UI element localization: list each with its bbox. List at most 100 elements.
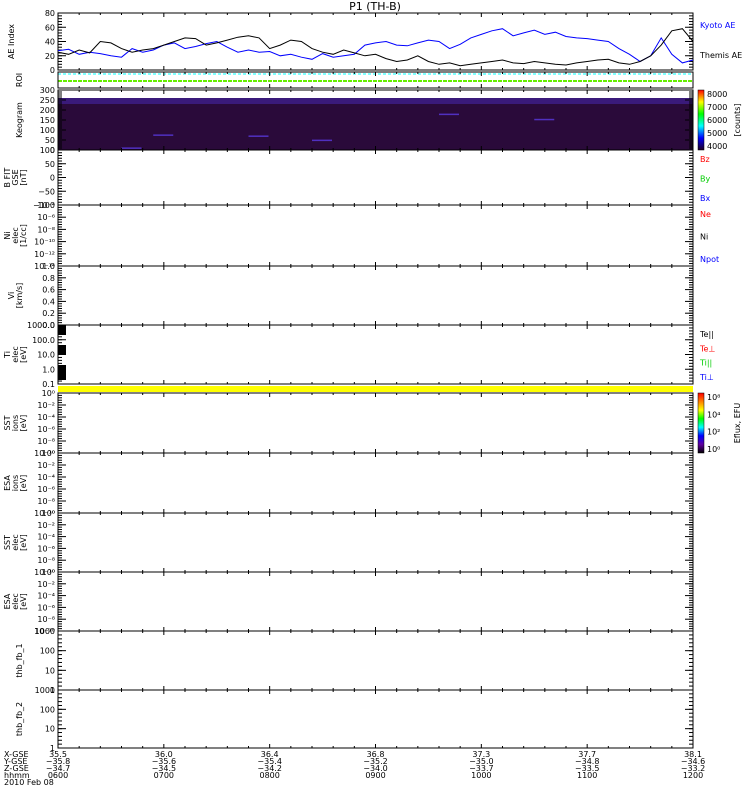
ti-tick-label: 1000.0 bbox=[27, 321, 55, 330]
esa-ion-tick-label: 10⁰ bbox=[42, 449, 55, 458]
ni-legend-0: Ne bbox=[700, 210, 711, 219]
keogram-streak bbox=[312, 139, 332, 142]
keogram-tick-label: 100 bbox=[40, 126, 55, 135]
xaxis-value: 0700 bbox=[154, 771, 174, 780]
fb2-tick-label: 100 bbox=[40, 705, 55, 714]
esa-elec-axis-label: [eV] bbox=[19, 593, 28, 610]
sst-ion-colorbar-tick: 10² bbox=[707, 428, 720, 437]
keogram-tick-label: 50 bbox=[45, 136, 55, 145]
ti-panel-frame bbox=[57, 324, 694, 385]
keogram-axis-label: Keogram bbox=[15, 102, 24, 138]
keogram-tick-label: 200 bbox=[40, 106, 55, 115]
sst-elec-tick-label: 10⁻² bbox=[37, 521, 55, 530]
sst-elec-panel-frame bbox=[57, 512, 694, 573]
vi-tick-label: 0.8 bbox=[42, 274, 55, 283]
ni-tick-label: 10⁻⁴ bbox=[37, 201, 55, 210]
ti-tick-label: 1.0 bbox=[42, 365, 55, 374]
ae-legend-0: Kyoto AE bbox=[700, 21, 735, 30]
sst-ion-axis-label: [eV] bbox=[19, 415, 28, 432]
ni-axis-label: [1/cc] bbox=[19, 224, 28, 247]
ni-tick-label: 10⁻¹² bbox=[34, 250, 55, 259]
plot-title: P1 (TH-B) bbox=[349, 0, 401, 13]
ni-legend-1: Ni bbox=[700, 233, 708, 242]
keogram-band bbox=[58, 98, 693, 104]
vi-tick-label: 1.0 bbox=[42, 262, 55, 271]
ni-panel-frame bbox=[57, 204, 694, 267]
sst-elec-axis-label: [eV] bbox=[19, 534, 28, 551]
ti-tick-label: 10.0 bbox=[37, 351, 55, 360]
keogram-streak bbox=[534, 118, 555, 121]
keogram-streak bbox=[439, 113, 459, 116]
sst-ion-tick-label: 10⁻⁸ bbox=[37, 437, 55, 446]
xaxis-value: 1000 bbox=[471, 771, 491, 780]
vi-tick-label: 0.6 bbox=[42, 286, 55, 295]
ae-series-themis-ae bbox=[57, 28, 694, 67]
sst-ion-panel-frame bbox=[57, 392, 694, 454]
xaxis-value: 1200 bbox=[683, 771, 703, 780]
sst-elec-tick-label: 10⁻⁴ bbox=[37, 533, 55, 542]
esa-ion-tick-label: 10⁻² bbox=[37, 461, 55, 470]
xaxis-value: 0600 bbox=[48, 771, 68, 780]
esa-elec-tick-label: 10⁻⁶ bbox=[37, 603, 55, 612]
xaxis-value: 1100 bbox=[577, 771, 597, 780]
esa-elec-tick-label: 10⁰ bbox=[42, 568, 55, 577]
keogram-colorbar bbox=[697, 89, 705, 151]
keogram-streak bbox=[153, 134, 174, 136]
ti-axis-block bbox=[58, 325, 66, 335]
bfit-legend-0: Bz bbox=[700, 155, 710, 164]
bfit-legend-1: By bbox=[700, 175, 710, 184]
esa-ion-tick-label: 10⁻⁸ bbox=[37, 497, 55, 506]
bfit-legend-2: Bx bbox=[700, 194, 710, 203]
sst-ion-tick-label: 10⁻⁶ bbox=[37, 425, 55, 434]
fb1-tick-label: 100 bbox=[40, 647, 55, 656]
ti-legend-3: Ti⊥ bbox=[699, 373, 714, 382]
keogram-tick-label: 150 bbox=[40, 116, 55, 125]
ti-axis-block bbox=[58, 365, 66, 380]
xaxis-value: 0800 bbox=[259, 771, 279, 780]
esa-elec-tick-label: 10⁻⁴ bbox=[37, 592, 55, 601]
sst-elec-tick-label: 10⁻⁸ bbox=[37, 556, 55, 565]
sst-ion-colorbar-tick: 10⁴ bbox=[707, 410, 720, 419]
ae-tick-label: 40 bbox=[45, 38, 55, 47]
fb2-tick-label: 10 bbox=[45, 725, 55, 734]
ti-legend-1: Te⊥ bbox=[699, 344, 715, 353]
ti-axis-block bbox=[58, 345, 66, 355]
ae-series-kyoto-ae bbox=[57, 28, 694, 64]
ae-panel-frame bbox=[57, 12, 694, 71]
esa-elec-tick-label: 10⁻⁸ bbox=[37, 615, 55, 624]
sst-elec-tick-label: 10⁰ bbox=[42, 509, 55, 518]
ae-tick-label: 60 bbox=[45, 23, 55, 32]
themis-summary-plot: P1 (TH-B) 806040200AE Index Kyoto AEThemi… bbox=[3, 0, 742, 787]
esa-ion-tick-label: 10⁻⁴ bbox=[37, 473, 55, 482]
yellow-bar bbox=[58, 386, 693, 392]
keogram-colorbar-tick: 8000 bbox=[707, 90, 727, 99]
sst-ion-tick-label: 10⁻⁴ bbox=[37, 413, 55, 422]
vi-axis-label: [km/s] bbox=[15, 283, 24, 309]
fb1-axis-label: thb_fb_1 bbox=[15, 643, 24, 677]
ni-legend-2: Npot bbox=[700, 255, 719, 264]
sst-elec-tick-label: 10⁻⁶ bbox=[37, 544, 55, 553]
keogram-streak bbox=[248, 135, 269, 137]
roi-axis-label: ROI bbox=[15, 73, 24, 87]
keogram-streak bbox=[121, 147, 142, 149]
ae-tick-label: 80 bbox=[45, 9, 55, 18]
bfit-axis-label: [nT] bbox=[19, 169, 28, 185]
esa-elec-tick-label: 10⁻² bbox=[37, 580, 55, 589]
esa-ion-tick-label: 10⁻⁶ bbox=[37, 485, 55, 494]
esa-ion-panel-frame bbox=[57, 452, 694, 514]
sst-ion-tick-label: 10⁻² bbox=[37, 401, 55, 410]
sst-ion-colorbar-unit: Eflux, EFU bbox=[733, 403, 742, 444]
ae-tick-label: 0 bbox=[50, 66, 55, 75]
keogram-image bbox=[58, 98, 693, 150]
x-axis-labels: X-GSEY-GSEZ-GSEhhmm2010 Feb 0835.5−35.8−… bbox=[3, 750, 705, 787]
ni-tick-label: 10⁻⁸ bbox=[37, 225, 55, 234]
ti-legend-0: Te|| bbox=[699, 330, 714, 339]
esa-ion-axis-label: [eV] bbox=[19, 475, 28, 492]
fb2-panel-frame bbox=[57, 689, 694, 749]
ti-tick-label: 100.0 bbox=[32, 336, 55, 345]
bfit-tick-label: −50 bbox=[38, 187, 55, 196]
ti-axis-label: [eV] bbox=[19, 346, 28, 363]
keogram-colorbar-tick: 5000 bbox=[707, 129, 727, 138]
fb1-panel-frame bbox=[57, 630, 694, 691]
ni-tick-label: 10⁻⁶ bbox=[37, 213, 55, 222]
